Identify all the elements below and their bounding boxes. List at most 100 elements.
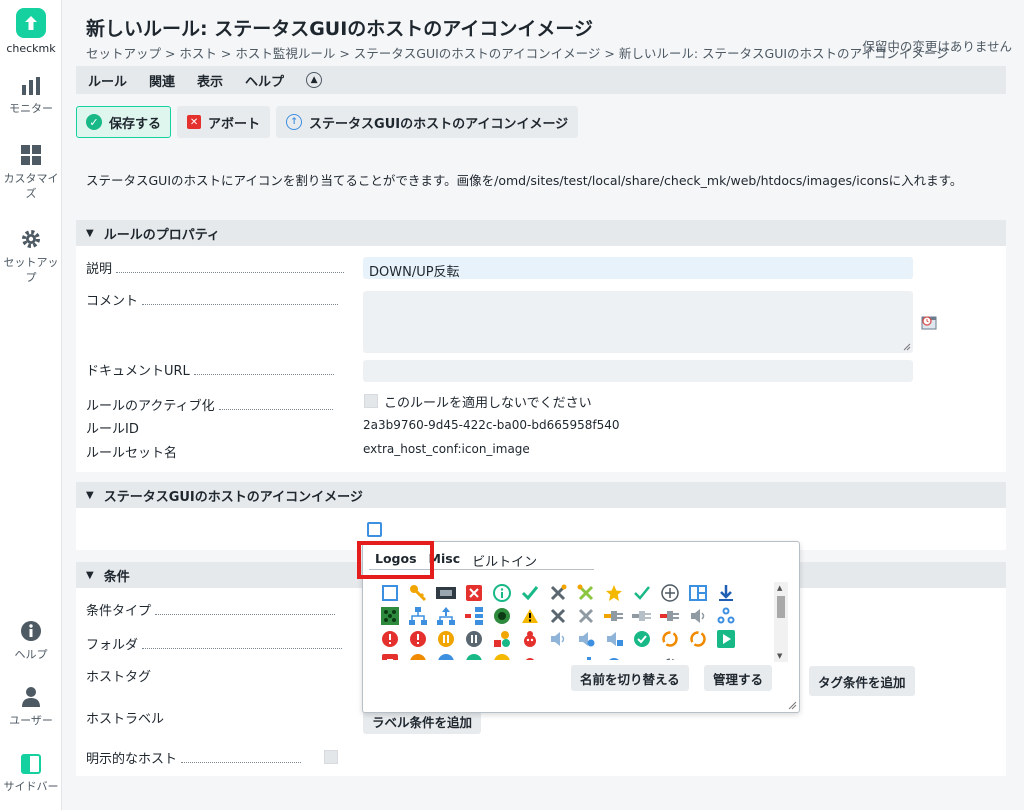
- check-small-icon[interactable]: [631, 582, 653, 604]
- pin-icon[interactable]: [715, 651, 737, 660]
- siren-icon[interactable]: [519, 651, 541, 660]
- chart-green-icon[interactable]: [547, 651, 569, 660]
- plug-gray-icon[interactable]: [631, 605, 653, 627]
- plug-red-icon[interactable]: [659, 605, 681, 627]
- dashboard-icon[interactable]: [687, 582, 709, 604]
- user-icon: [22, 687, 40, 707]
- ruleset-button[interactable]: ↑ ステータスGUIのホストのアイコンイメージ: [276, 106, 579, 138]
- up-arrow-icon: ↑: [286, 114, 303, 130]
- wrench-gray-icon[interactable]: [575, 605, 597, 627]
- gear-small-icon[interactable]: [659, 651, 681, 660]
- rule-properties-header[interactable]: ▼ ルールのプロパティ: [76, 220, 1006, 246]
- star-icon[interactable]: [603, 582, 625, 604]
- globe-icon[interactable]: [603, 651, 625, 660]
- warn-yellow-icon[interactable]: [491, 651, 513, 660]
- stop-red-icon[interactable]: [379, 651, 401, 660]
- manage-icons-button[interactable]: 管理する: [704, 665, 773, 691]
- ok-green-icon[interactable]: [463, 651, 485, 660]
- nav-customize[interactable]: カスタマイズ: [0, 144, 62, 201]
- help-text: ステータスGUIのホストにアイコンを割り当てることができます。画像を/omd/s…: [86, 173, 963, 188]
- insert-date-icon[interactable]: [920, 313, 938, 331]
- nav-user[interactable]: ユーザー: [0, 686, 62, 728]
- breadcrumb[interactable]: セットアップ > ホスト > ホスト監視ルール > ステータスGUIのホストのア…: [86, 43, 949, 62]
- note-icon[interactable]: [631, 651, 653, 660]
- rule-id-value: 2a3b9760-9d45-422c-ba00-bd665958f540: [363, 418, 620, 432]
- scroll-down-icon[interactable]: ▼: [777, 652, 782, 660]
- nav-setup[interactable]: セットアップ: [0, 228, 62, 285]
- description-field[interactable]: DOWN/UP反転: [363, 257, 913, 280]
- scroll-up-icon[interactable]: ▲: [777, 584, 782, 592]
- sidebar: checkmk モニター カスタマイズ セットアップ ヘルプ ユーザー サイドバ…: [0, 0, 62, 810]
- question-blue-icon[interactable]: [435, 651, 457, 660]
- speaker-timer-icon[interactable]: [575, 628, 597, 650]
- network-icon[interactable]: [379, 605, 401, 627]
- menu-related[interactable]: 関連: [149, 71, 175, 90]
- empty-box-icon[interactable]: [379, 582, 401, 604]
- comment-textarea[interactable]: [363, 291, 913, 353]
- folder-label-row: フォルダ: [86, 634, 343, 653]
- shapes-icon[interactable]: [491, 628, 513, 650]
- add-tag-condition-button[interactable]: タグ条件を追加: [809, 666, 915, 696]
- toggle-names-button[interactable]: 名前を切り替える: [571, 665, 689, 691]
- pause-gray-icon[interactable]: [463, 628, 485, 650]
- checkmk-logo[interactable]: checkmk: [0, 8, 62, 55]
- hierarchy-up-icon[interactable]: [435, 605, 457, 627]
- speaker-list-icon[interactable]: [603, 628, 625, 650]
- alert-red-2-icon[interactable]: [407, 628, 429, 650]
- pause-orange-icon[interactable]: [435, 628, 457, 650]
- check-partial-icon[interactable]: [687, 651, 709, 660]
- plus-circle-icon[interactable]: [659, 582, 681, 604]
- selected-icon-preview[interactable]: [367, 522, 382, 537]
- doc-url-field[interactable]: [363, 360, 913, 382]
- red-cross-icon[interactable]: [463, 582, 485, 604]
- warning-icon[interactable]: [519, 605, 541, 627]
- alert-red-icon[interactable]: [379, 628, 401, 650]
- hierarchy-icon[interactable]: [407, 605, 429, 627]
- info-circle-icon[interactable]: [491, 582, 513, 604]
- gear-icon: [22, 230, 40, 248]
- bug-icon[interactable]: [519, 628, 541, 650]
- film-icon[interactable]: [435, 582, 457, 604]
- tools-icon[interactable]: [547, 582, 569, 604]
- icon-image-header[interactable]: ▼ ステータスGUIのホストのアイコンイメージ: [76, 482, 1006, 508]
- nav-sidebar[interactable]: サイドバー: [0, 754, 62, 794]
- cluster-icon[interactable]: [715, 605, 737, 627]
- collapse-menu-icon[interactable]: ▲: [306, 72, 323, 88]
- ok-circle-icon[interactable]: [631, 628, 653, 650]
- rule-id-label: ルールID: [86, 422, 139, 437]
- tools-yellow-icon[interactable]: [575, 582, 597, 604]
- bars-icon[interactable]: [575, 651, 597, 660]
- resize-handle-icon[interactable]: [788, 701, 797, 710]
- abort-button[interactable]: ✕ アボート: [177, 106, 271, 138]
- reload-2-icon[interactable]: [687, 628, 709, 650]
- abort-button-label: アボート: [208, 116, 261, 132]
- target-icon[interactable]: [491, 605, 513, 627]
- menu-help[interactable]: ヘルプ: [245, 71, 284, 90]
- nav-help[interactable]: ヘルプ: [0, 620, 62, 662]
- wrench-icon[interactable]: [547, 605, 569, 627]
- scrollbar-thumb[interactable]: [777, 596, 785, 618]
- resize-handle-icon[interactable]: [903, 343, 911, 351]
- nav-monitor[interactable]: モニター: [0, 76, 62, 116]
- icon-grid-scrollbar[interactable]: ▲ ▼: [774, 582, 788, 662]
- description-value: DOWN/UP反転: [369, 265, 460, 280]
- green-check-icon[interactable]: [519, 582, 541, 604]
- split-icon[interactable]: [463, 605, 485, 627]
- reload-icon[interactable]: [659, 628, 681, 650]
- save-button[interactable]: ✓ 保存する: [76, 106, 172, 138]
- play-icon[interactable]: [715, 628, 737, 650]
- download-icon[interactable]: [715, 582, 737, 604]
- plug-icon[interactable]: [603, 605, 625, 627]
- toolbar: ✓ 保存する ✕ アボート ↑ ステータスGUIのホストのアイコンイメージ: [76, 106, 579, 138]
- pending-changes[interactable]: 保留中の変更はありません: [862, 36, 1012, 55]
- key-icon[interactable]: [407, 582, 429, 604]
- speaker-icon[interactable]: [687, 605, 709, 627]
- menu-display[interactable]: 表示: [197, 71, 223, 90]
- question-orange-icon[interactable]: [407, 651, 429, 660]
- explicit-hosts-checkbox[interactable]: [324, 750, 338, 764]
- disable-rule-label[interactable]: このルールを適用しないでください: [384, 392, 592, 411]
- rule-id-label-row: ルールID: [86, 418, 139, 437]
- menu-rules[interactable]: ルール: [88, 71, 127, 90]
- speaker-blue-icon[interactable]: [547, 628, 569, 650]
- disable-rule-checkbox[interactable]: [364, 394, 378, 408]
